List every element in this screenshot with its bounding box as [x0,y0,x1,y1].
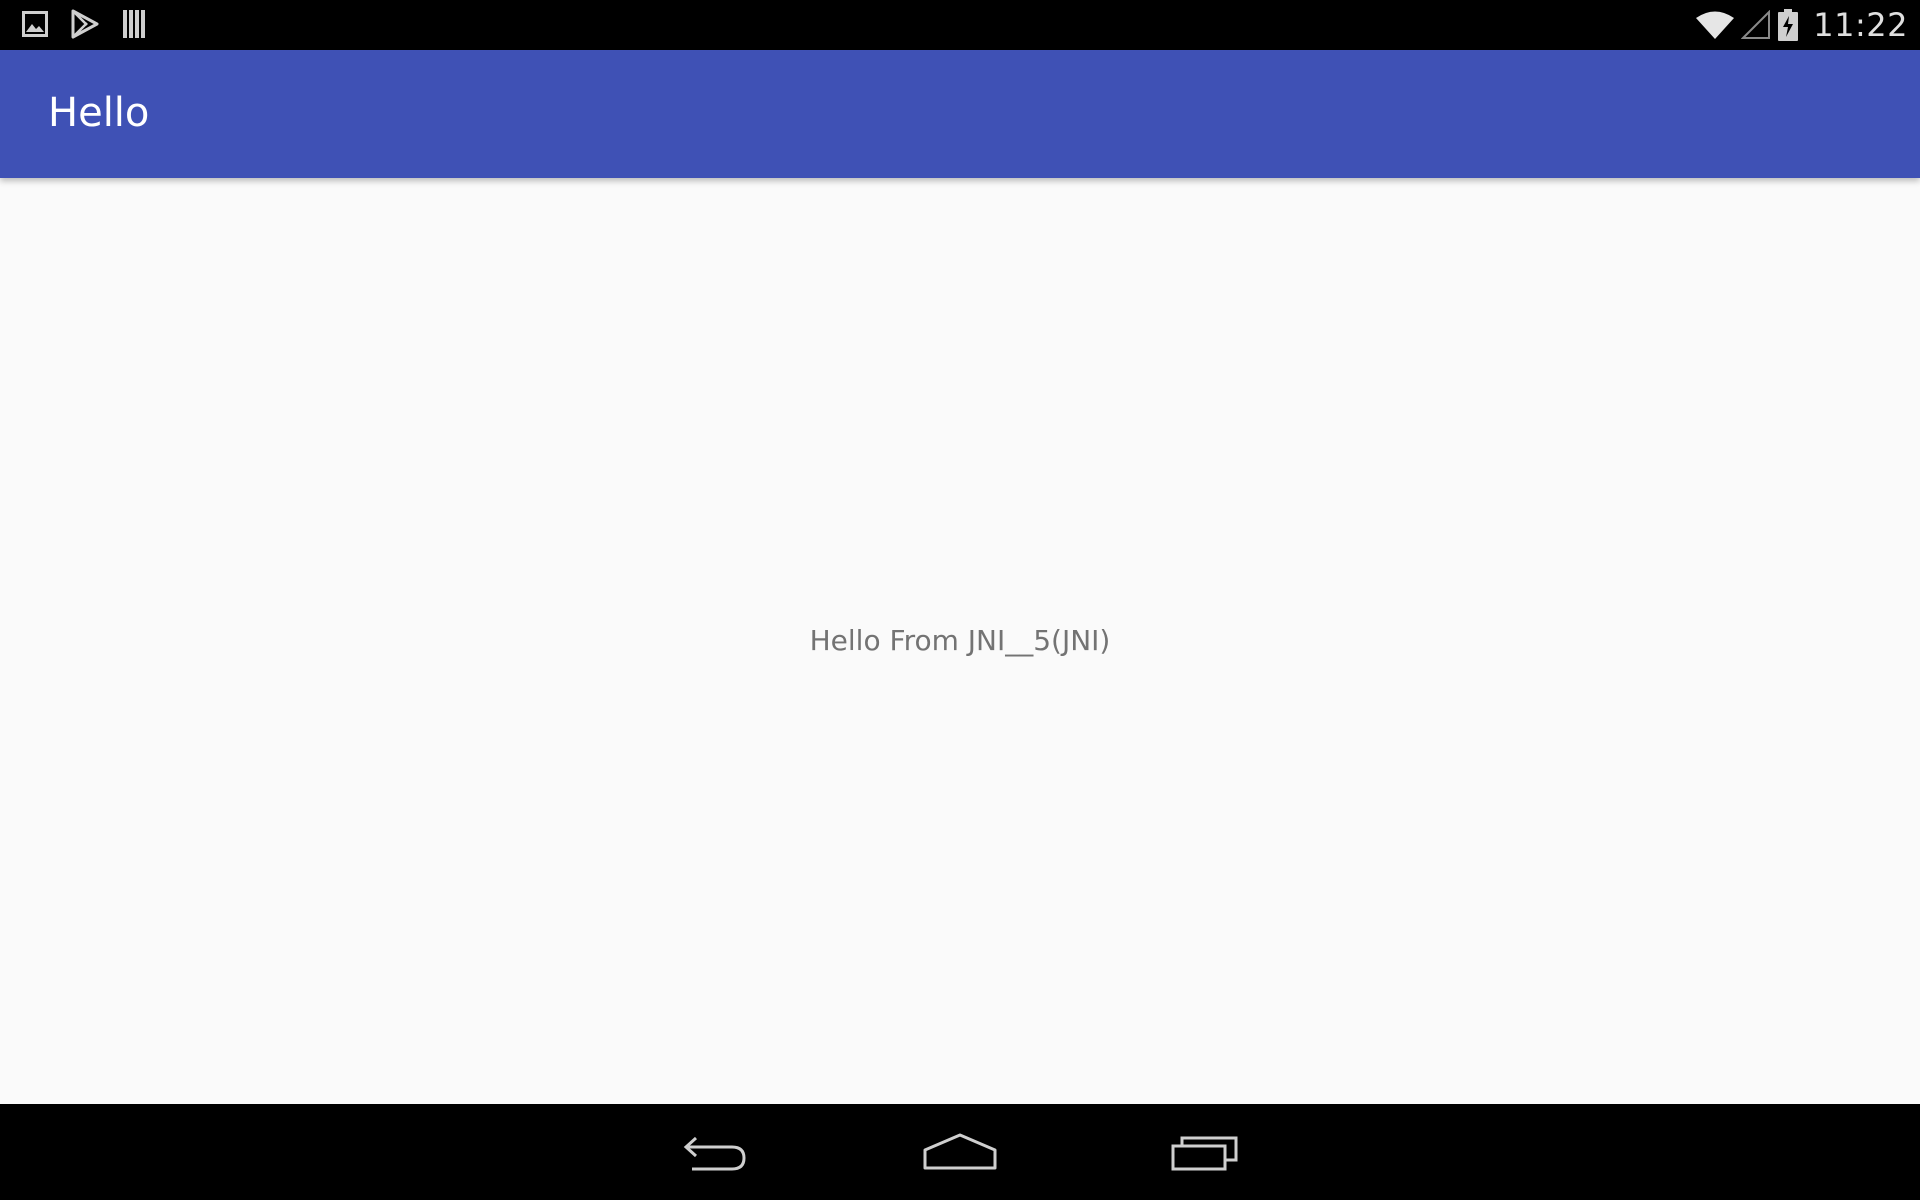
system-status-area: 11:22 [1695,6,1908,44]
main-content: Hello From JNI__5(JNI) [0,178,1920,1104]
gallery-icon [22,11,48,37]
recents-button[interactable] [1160,1122,1250,1182]
navigation-bar [0,1104,1920,1200]
cell-signal-icon [1741,10,1771,39]
home-button[interactable] [915,1122,1005,1182]
app-title: Hello [48,90,150,136]
barcode-icon [123,10,145,38]
play-store-icon [71,9,99,39]
status-bar: 11:22 [0,0,1920,50]
app-toolbar: Hello [0,50,1920,178]
recents-icon [1171,1136,1238,1171]
hello-message: Hello From JNI__5(JNI) [809,624,1111,657]
battery-charging-icon [1778,9,1799,41]
home-icon [923,1133,997,1170]
wifi-icon [1696,11,1735,39]
notification-area [22,9,148,39]
back-icon [683,1136,746,1171]
back-button[interactable] [670,1122,760,1182]
device-screen: 11:22 Hello Hello From JNI__5(JNI) [0,0,1920,1200]
status-clock: 11:22 [1813,6,1908,44]
